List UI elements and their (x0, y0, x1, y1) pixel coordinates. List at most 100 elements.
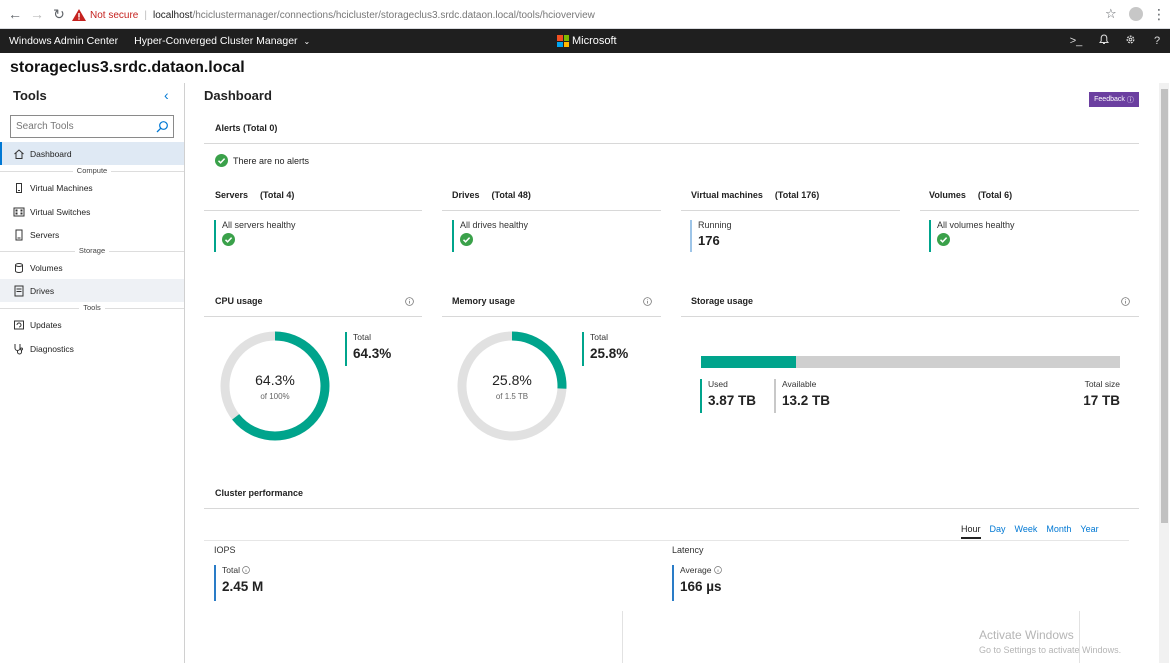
vms-running-count: 176 (698, 233, 720, 248)
tab-day[interactable]: Day (990, 524, 1006, 539)
microsoft-squares-icon (557, 35, 569, 47)
time-range-tabs: Hour Day Week Month Year (961, 524, 1108, 539)
search-icon[interactable] (155, 120, 169, 134)
tab-hour[interactable]: Hour (961, 524, 981, 539)
feedback-button[interactable]: Feedback ⓘ (1089, 92, 1139, 107)
dashboard-main: Dashboard Feedback ⓘ Alerts (Total 0) Th… (185, 83, 1170, 663)
tab-year[interactable]: Year (1080, 524, 1098, 539)
cpu-total-metric: Total 64.3% (345, 332, 391, 366)
group-storage: Storage (0, 246, 184, 256)
sidebar-item-volumes[interactable]: Volumes (0, 256, 184, 279)
sidebar-item-servers[interactable]: Servers (0, 223, 184, 246)
browser-toolbar: ← → ↻ Not secure | localhost/hciclusterm… (0, 0, 1170, 29)
not-secure-label: Not secure (90, 9, 139, 21)
drive-icon (14, 285, 24, 296)
sidebar-item-drives[interactable]: Drives (0, 279, 184, 302)
cluster-performance-header: Cluster performance (215, 488, 304, 498)
stethoscope-icon (14, 343, 23, 354)
drives-header[interactable]: Drives (Total 48) (452, 190, 531, 200)
memory-center-value: 25.8% (492, 371, 532, 388)
servers-header[interactable]: Servers (Total 4) (215, 190, 294, 200)
cpu-donut: 64.3% of 100% (219, 330, 331, 442)
info-icon[interactable] (643, 297, 652, 306)
sidebar-item-label: Updates (30, 319, 62, 330)
sidebar-item-virtual-machines[interactable]: Virtual Machines (0, 176, 184, 199)
brand-label: Microsoft (572, 35, 617, 47)
search-tools-box[interactable] (10, 115, 174, 138)
vm-icon (16, 182, 22, 193)
sidebar-item-updates[interactable]: Updates (0, 313, 184, 336)
tab-week[interactable]: Week (1015, 524, 1038, 539)
terminal-icon[interactable]: >_ (1069, 34, 1083, 48)
page-title: storageclus3.srdc.dataon.local (10, 59, 245, 76)
info-icon[interactable] (242, 566, 250, 574)
memory-total-metric: Total 25.8% (582, 332, 628, 366)
info-icon[interactable] (405, 297, 414, 306)
back-arrow-icon[interactable]: ← (4, 3, 26, 25)
activate-windows-watermark: Activate Windows Go to Settings to activ… (979, 628, 1122, 655)
server-icon (15, 229, 23, 240)
sidebar-item-label: Servers (30, 229, 60, 240)
volumes-status: All volumes healthy (929, 220, 1015, 252)
app-name[interactable]: Windows Admin Center (9, 35, 118, 47)
url-path: /hciclustermanager/connections/hcicluste… (192, 9, 595, 21)
sidebar-item-dashboard[interactable]: Dashboard (0, 142, 184, 165)
app-header: Windows Admin Center Hyper-Converged Clu… (0, 29, 1170, 53)
bell-icon[interactable] (1097, 34, 1111, 48)
sidebar-item-label: Dashboard (30, 148, 72, 159)
forward-arrow-icon[interactable]: → (26, 3, 48, 25)
vms-header[interactable]: Virtual machines (Total 176) (691, 190, 819, 200)
info-icon[interactable] (1121, 297, 1130, 306)
scrollbar-thumb[interactable] (1161, 89, 1168, 523)
feedback-icon: ⓘ (1126, 96, 1134, 104)
sidebar-item-diagnostics[interactable]: Diagnostics (0, 337, 184, 360)
latency-title: Latency (672, 545, 704, 555)
vertical-scrollbar[interactable] (1159, 83, 1169, 663)
switch-icon (13, 207, 25, 216)
updates-icon (14, 320, 24, 329)
vms-status: Running 176 (690, 220, 732, 252)
sidebar-item-label: Virtual Switches (30, 206, 91, 217)
alerts-message: There are no alerts (233, 155, 310, 166)
address-bar[interactable]: Not secure | localhost/hciclustermanager… (66, 5, 1126, 25)
gear-icon[interactable] (1123, 34, 1137, 48)
manager-dropdown[interactable]: Hyper-Converged Cluster Manager ⌄ (134, 35, 310, 47)
sidebar-heading: Tools (13, 88, 47, 103)
search-input[interactable] (11, 121, 151, 132)
more-menu-icon[interactable]: ⋮ (1152, 6, 1166, 22)
latency-average-metric: Average 166 µs (672, 565, 722, 601)
profile-avatar-icon[interactable] (1129, 7, 1143, 21)
iops-title: IOPS (214, 545, 236, 555)
manager-label: Hyper-Converged Cluster Manager (134, 35, 298, 47)
storage-used-fill (701, 356, 797, 368)
help-icon[interactable]: ? (1150, 34, 1164, 48)
memory-usage-header: Memory usage (452, 296, 516, 306)
group-compute: Compute (0, 166, 184, 176)
sidebar-item-label: Diagnostics (30, 343, 74, 354)
sidebar-item-virtual-switches[interactable]: Virtual Switches (0, 200, 184, 223)
iops-total-metric: Total 2.45 M (214, 565, 263, 601)
volumes-header[interactable]: Volumes (Total 6) (929, 190, 1012, 200)
storage-used-metric: Used 3.87 TB (700, 379, 756, 413)
cpu-of-label: of 100% (260, 391, 290, 401)
microsoft-logo: Microsoft (557, 35, 617, 47)
storage-available-metric: Available 13.2 TB (774, 379, 830, 413)
cylinder-icon (15, 262, 23, 273)
sidebar-item-label: Volumes (30, 262, 63, 273)
cpu-center-value: 64.3% (255, 371, 295, 388)
check-circle-icon (937, 233, 950, 246)
cpu-usage-header: CPU usage (215, 296, 263, 306)
check-circle-icon (215, 154, 228, 167)
home-icon (14, 148, 24, 159)
group-tools: Tools (0, 303, 184, 313)
info-icon[interactable] (713, 566, 722, 574)
check-circle-icon (222, 233, 235, 246)
storage-bar (701, 356, 1120, 368)
bookmark-star-icon[interactable]: ☆ (1105, 7, 1119, 21)
collapse-chevron-icon[interactable]: ‹ (164, 87, 169, 103)
storage-total-metric: Total size 17 TB (1083, 379, 1120, 408)
check-circle-icon (460, 233, 473, 246)
tab-month[interactable]: Month (1046, 524, 1071, 539)
servers-status: All servers healthy (214, 220, 296, 252)
sidebar-item-label: Drives (30, 285, 55, 296)
